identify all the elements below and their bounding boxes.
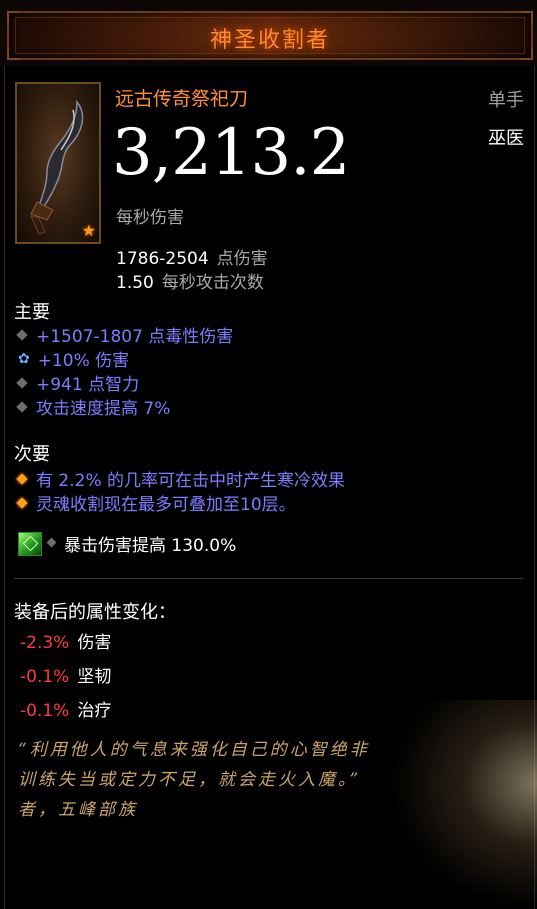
primary-affix: ✿ +10% 伤害 <box>18 350 130 372</box>
title-frame: 神圣收割者 <box>7 11 533 60</box>
diamond-icon <box>16 400 28 413</box>
light-glare <box>390 700 537 909</box>
diamond-icon <box>16 328 28 341</box>
diamond-icon <box>16 472 28 485</box>
emerald-gem-icon <box>18 531 42 556</box>
ritual-dagger-icon <box>30 99 84 235</box>
gem-effect: 暴击伤害提高 130.0% <box>64 536 237 556</box>
equip-change-row: -2.3% 伤害 <box>20 633 112 653</box>
tooltip-header: 神圣收割者 <box>0 0 537 66</box>
item-type: 远古传奇祭祀刀 <box>115 88 249 110</box>
item-name: 神圣收割者 <box>209 28 330 53</box>
attack-speed: 1.50 每秒攻击次数 <box>116 273 264 293</box>
equip-change-row: -0.1% 治疗 <box>20 701 112 721</box>
diamond-icon <box>16 496 28 509</box>
item-class: 巫医 <box>488 128 524 149</box>
equip-changes-title: 装备后的属性变化： <box>14 602 176 623</box>
swirl-icon: ✿ <box>18 350 30 367</box>
diamond-icon <box>46 537 57 548</box>
primary-affix: 攻击速度提高 7% <box>16 394 170 419</box>
damage-range: 1786-2504 点伤害 <box>116 249 268 269</box>
equip-change-row: -0.1% 坚韧 <box>20 667 112 687</box>
dps-label: 每秒伤害 <box>116 208 184 228</box>
item-icon-frame: ★ <box>15 82 101 244</box>
dps-value: 3,213.2 <box>112 116 350 190</box>
star-icon: ★ <box>81 221 96 240</box>
secondary-title: 次要 <box>14 444 50 465</box>
item-slot: 单手 <box>488 90 524 111</box>
diamond-icon <box>16 376 28 389</box>
secondary-affix: 有 2.2% 的几率可在击中时产生寒冷效果 <box>16 466 345 491</box>
flavor-text: “利用他人的气息来强化自己的心智绝非 训练失当或定力不足，就会走火入魔。” 者，… <box>18 740 370 820</box>
socket-row: 暴击伤害提高 130.0% <box>18 531 236 556</box>
secondary-affix: 灵魂收割现在最多可叠加至10层。 <box>16 490 296 515</box>
primary-title: 主要 <box>14 302 50 323</box>
primary-affix: +941 点智力 <box>16 370 139 395</box>
divider <box>14 578 523 579</box>
primary-affix: +1507-1807 点毒性伤害 <box>16 322 233 347</box>
